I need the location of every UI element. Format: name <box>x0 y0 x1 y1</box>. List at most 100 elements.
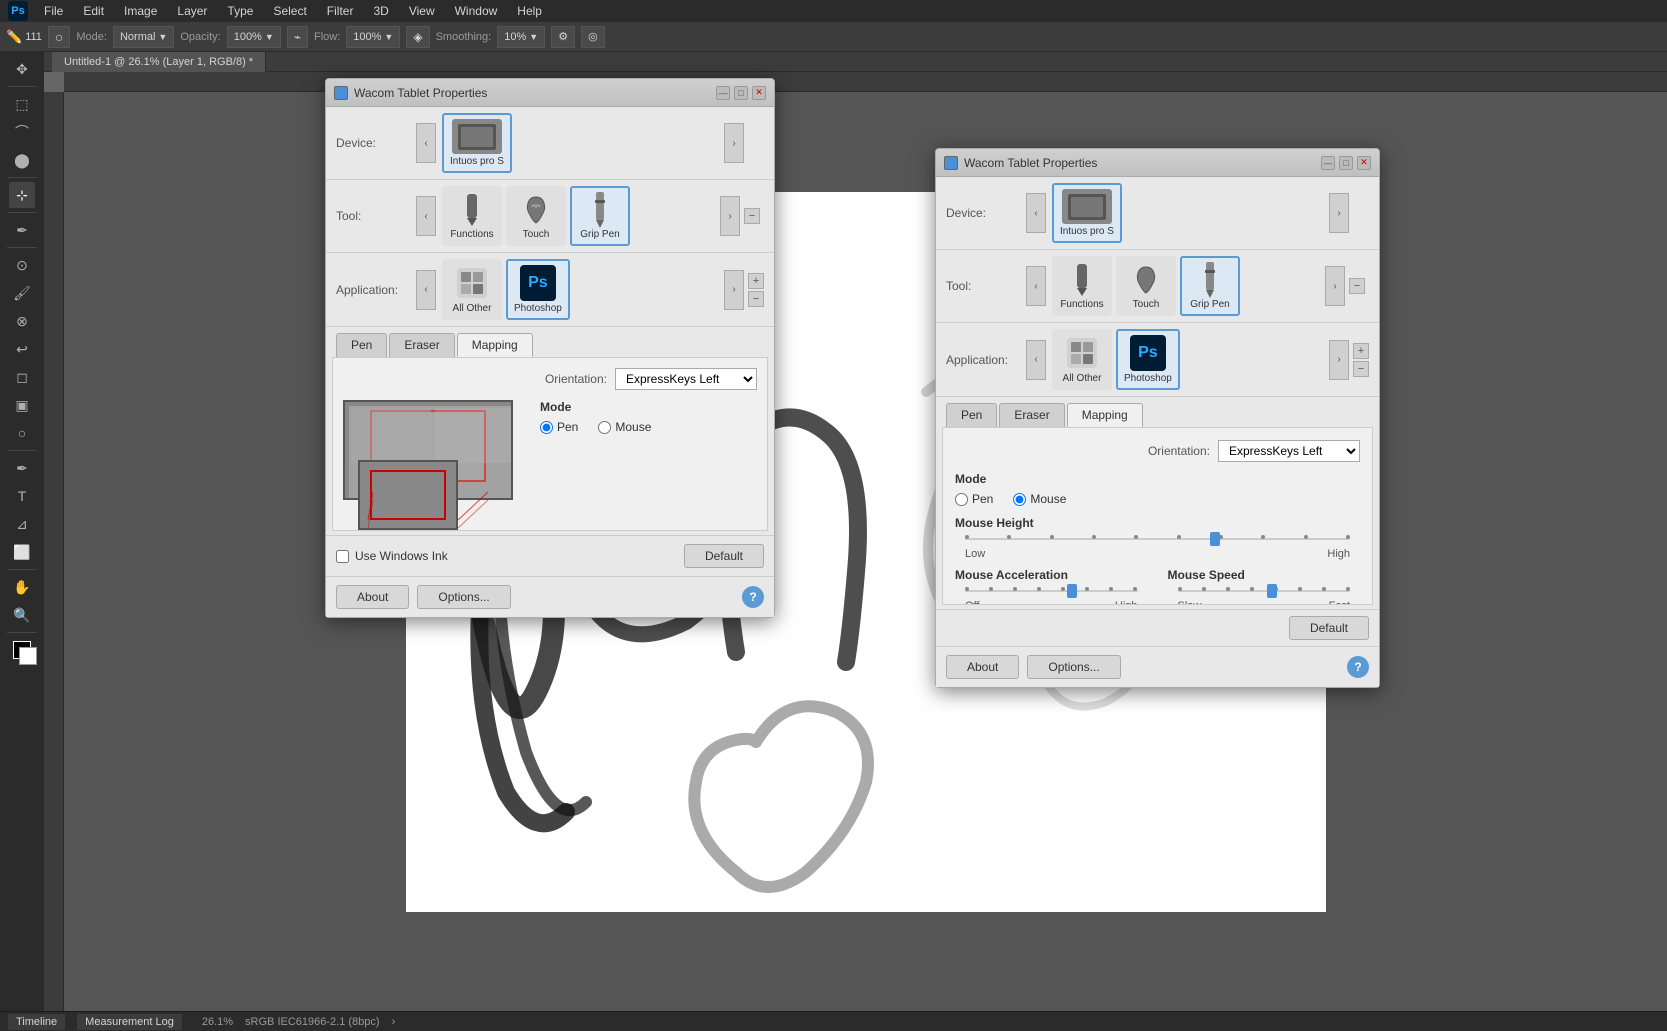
menu-view[interactable]: View <box>401 2 443 20</box>
lasso-tool[interactable]: ⌒ <box>9 119 35 145</box>
dialog1-minimize-btn[interactable]: — <box>716 86 730 100</box>
menu-type[interactable]: Type <box>219 2 261 20</box>
mode-select[interactable]: Normal ▼ <box>113 26 174 48</box>
dialog2-tool-functions[interactable]: Functions <box>1052 256 1112 316</box>
menu-filter[interactable]: Filter <box>319 2 362 20</box>
dialog2-tool-prev-btn[interactable]: ‹ <box>1026 266 1046 306</box>
dialog1-app-remove-btn[interactable]: − <box>748 291 764 307</box>
dialog1-app-photoshop[interactable]: Ps Photoshop <box>506 259 570 320</box>
timeline-tab[interactable]: Timeline <box>8 1014 65 1030</box>
dialog1-mode-mouse-radio[interactable] <box>598 421 611 434</box>
flow-select[interactable]: 100% ▼ <box>346 26 400 48</box>
brush-icon-btn[interactable]: ○ <box>48 26 70 48</box>
dialog1-help-btn[interactable]: ? <box>742 586 764 608</box>
dialog2-device-next-btn[interactable]: › <box>1329 193 1349 233</box>
dialog1-tool-gripPen[interactable]: Grip Pen <box>570 186 630 246</box>
dialog2-mode-mouse-option[interactable]: Mouse <box>1013 492 1066 506</box>
dialog2-about-btn[interactable]: About <box>946 655 1019 679</box>
dialog2-mode-mouse-radio[interactable] <box>1013 493 1026 506</box>
dialog2-app-remove-btn[interactable]: − <box>1353 361 1369 377</box>
dialog1-tab-mapping[interactable]: Mapping <box>457 333 533 357</box>
dialog2-help-btn[interactable]: ? <box>1347 656 1369 678</box>
brush-selector[interactable]: ✏️ 111 <box>6 29 42 45</box>
menu-3d[interactable]: 3D <box>365 2 396 20</box>
gradient-tool[interactable]: ▣ <box>9 392 35 418</box>
dialog1-device-next-btn[interactable]: › <box>724 123 744 163</box>
canvas-tab[interactable]: Untitled-1 @ 26.1% (Layer 1, RGB/8) * <box>52 52 266 72</box>
dialog2-mouse-accel-thumb[interactable] <box>1067 584 1077 598</box>
airbrush-btn[interactable]: ◈ <box>406 26 429 48</box>
menu-select[interactable]: Select <box>265 2 314 20</box>
dialog1-app-add-btn[interactable]: + <box>748 273 764 289</box>
dialog2-app-prev-btn[interactable]: ‹ <box>1026 340 1046 380</box>
history-tool[interactable]: ↩ <box>9 336 35 362</box>
dialog2-mode-pen-radio[interactable] <box>955 493 968 506</box>
dialog2-device-prev-btn[interactable]: ‹ <box>1026 193 1046 233</box>
dialog2-options-btn[interactable]: Options... <box>1027 655 1120 679</box>
dialog1-maximize-btn[interactable]: □ <box>734 86 748 100</box>
menu-edit[interactable]: Edit <box>75 2 112 20</box>
dodge-tool[interactable]: ○ <box>9 420 35 446</box>
crop-tool[interactable]: ⊹ <box>9 182 35 208</box>
dialog2-app-photoshop[interactable]: Ps Photoshop <box>1116 329 1180 390</box>
dialog2-close-btn[interactable]: ✕ <box>1357 156 1371 170</box>
dialog2-maximize-btn[interactable]: □ <box>1339 156 1353 170</box>
quick-select-tool[interactable]: ⬤ <box>9 147 35 173</box>
menu-window[interactable]: Window <box>447 2 506 20</box>
stamp-tool[interactable]: ⊗ <box>9 308 35 334</box>
dialog2-tab-pen[interactable]: Pen <box>946 403 997 427</box>
dialog2-app-next-btn[interactable]: › <box>1329 340 1349 380</box>
dialog1-orient-select[interactable]: ExpressKeys Left <box>615 368 757 390</box>
path-tool[interactable]: ⊿ <box>9 511 35 537</box>
dialog1-device-prev-btn[interactable]: ‹ <box>416 123 436 163</box>
hand-tool[interactable]: ✋ <box>9 574 35 600</box>
dialog1-app-prev-btn[interactable]: ‹ <box>416 270 436 310</box>
dialog1-tab-pen[interactable]: Pen <box>336 333 387 357</box>
pen-tool[interactable]: ✒ <box>9 455 35 481</box>
dialog1-options-btn[interactable]: Options... <box>417 585 510 609</box>
dialog2-mouse-speed-thumb[interactable] <box>1267 584 1277 598</box>
dialog1-tool-add-btn[interactable]: − <box>744 208 760 224</box>
smoothing-select[interactable]: 10% ▼ <box>497 26 545 48</box>
dialog1-close-btn[interactable]: ✕ <box>752 86 766 100</box>
dialog1-tool-touch[interactable]: Touch <box>506 186 566 246</box>
angle-btn[interactable]: ◎ <box>581 26 605 48</box>
eraser-tool[interactable]: ◻ <box>9 364 35 390</box>
brush-tool[interactable]: 🖌 <box>9 280 35 306</box>
dialog2-tab-eraser[interactable]: Eraser <box>999 403 1064 427</box>
dialog1-default-btn[interactable]: Default <box>684 544 764 568</box>
marquee-tool[interactable]: ⬚ <box>9 91 35 117</box>
dialog2-app-add-btn[interactable]: + <box>1353 343 1369 359</box>
dialog1-about-btn[interactable]: About <box>336 585 409 609</box>
dialog2-orient-select[interactable]: ExpressKeys Left <box>1218 440 1360 462</box>
measurement-tab[interactable]: Measurement Log <box>77 1014 182 1030</box>
dialog1-mode-pen-radio[interactable] <box>540 421 553 434</box>
dialog1-app-allother[interactable]: All Other <box>442 259 502 320</box>
dialog2-tab-mapping[interactable]: Mapping <box>1067 403 1143 427</box>
menu-help[interactable]: Help <box>509 2 550 20</box>
move-tool[interactable]: ✥ <box>9 56 35 82</box>
dialog2-default-btn[interactable]: Default <box>1289 616 1369 640</box>
dialog1-tab-eraser[interactable]: Eraser <box>389 333 454 357</box>
opacity-select[interactable]: 100% ▼ <box>227 26 281 48</box>
dialog1-app-next-btn[interactable]: › <box>724 270 744 310</box>
dialog2-tool-remove-btn[interactable]: − <box>1349 278 1365 294</box>
dialog1-tool-prev-btn[interactable]: ‹ <box>416 196 436 236</box>
menu-image[interactable]: Image <box>116 2 165 20</box>
menu-layer[interactable]: Layer <box>169 2 215 20</box>
dialog1-tool-next-btn[interactable]: › <box>720 196 740 236</box>
dialog1-device-intuos[interactable]: Intuos pro S <box>442 113 512 173</box>
menu-file[interactable]: File <box>36 2 71 20</box>
shape-tool[interactable]: ⬜ <box>9 539 35 565</box>
dialog2-mode-pen-option[interactable]: Pen <box>955 492 993 506</box>
type-tool[interactable]: T <box>9 483 35 509</box>
dialog2-minimize-btn[interactable]: — <box>1321 156 1335 170</box>
pressure-btn[interactable]: ⌁ <box>287 26 308 48</box>
spot-heal-tool[interactable]: ⊙ <box>9 252 35 278</box>
foreground-color[interactable] <box>9 637 35 663</box>
dialog2-tool-next-btn[interactable]: › <box>1325 266 1345 306</box>
settings-btn[interactable]: ⚙ <box>551 26 575 48</box>
dialog2-app-allother[interactable]: All Other <box>1052 329 1112 390</box>
dialog2-tool-gripPen[interactable]: Grip Pen <box>1180 256 1240 316</box>
dialog2-mouse-height-thumb[interactable] <box>1210 532 1220 546</box>
